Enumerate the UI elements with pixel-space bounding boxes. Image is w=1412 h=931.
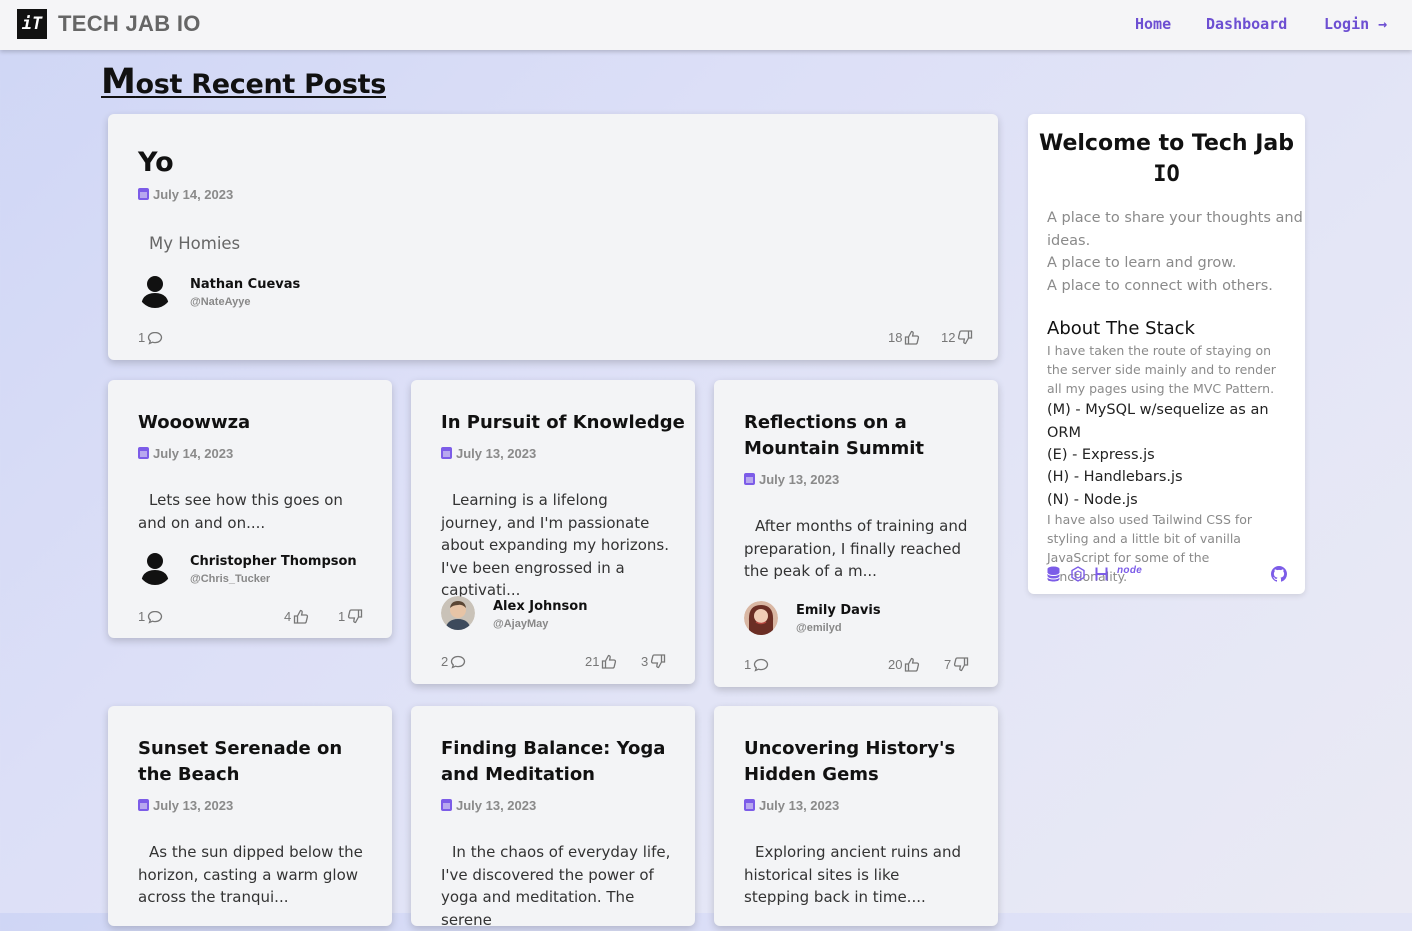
tagline: A place to share your thoughts and: [1047, 210, 1303, 226]
author-handle: @NateAyye: [190, 296, 251, 308]
calendar-icon: [138, 188, 149, 200]
github-icon[interactable]: [1271, 566, 1287, 582]
post-date: July 13, 2023: [744, 472, 839, 487]
nav-login-link[interactable]: Login →: [1324, 15, 1387, 33]
comment-icon: [754, 658, 769, 672]
database-icon[interactable]: [1047, 566, 1060, 582]
thumbs-up-icon: [602, 654, 617, 669]
about-stack-heading: About The Stack: [1047, 318, 1195, 339]
post-title[interactable]: Sunset Serenade on the Beach: [138, 736, 368, 788]
post-date: July 14, 2023: [138, 187, 233, 202]
post-body: Exploring ancient ruins and historical s…: [744, 843, 962, 906]
calendar-icon: [138, 447, 149, 459]
logo-icon[interactable]: iT: [17, 9, 47, 39]
comment-count[interactable]: 1: [138, 609, 163, 624]
like-count[interactable]: 20: [888, 657, 920, 672]
user-avatar-icon[interactable]: [744, 601, 778, 635]
stack-item: (H) - Handlebars.js: [1047, 469, 1183, 485]
thumbs-up-icon: [294, 609, 309, 624]
post-title[interactable]: Wooowwza: [138, 410, 250, 436]
post-card[interactable]: Finding Balance: Yoga and Meditation Jul…: [411, 706, 695, 929]
post-body: Learning is a lifelong journey, and I'm …: [441, 491, 670, 599]
calendar-icon: [441, 447, 452, 459]
author-handle: @Chris_Tucker: [190, 573, 271, 585]
calendar-icon: [744, 799, 755, 811]
dislike-count[interactable]: 3: [641, 654, 666, 669]
like-count[interactable]: 18: [888, 330, 920, 345]
nav-home-link[interactable]: Home: [1135, 15, 1171, 33]
like-count[interactable]: 21: [585, 654, 617, 669]
node-icon[interactable]: node: [1117, 565, 1142, 576]
about-stack-text: I have taken the route of staying on the…: [1047, 343, 1276, 396]
post-date: July 14, 2023: [138, 446, 233, 461]
tagline: A place to learn and grow.: [1047, 255, 1237, 271]
post-card[interactable]: Uncovering History's Hidden Gems July 13…: [714, 706, 998, 926]
page-title: Most Recent Posts: [101, 62, 386, 102]
thumbs-down-icon: [954, 657, 969, 672]
calendar-icon: [441, 799, 452, 811]
author-handle: @emilyd: [796, 622, 842, 634]
author-name[interactable]: Emily Davis: [796, 603, 881, 618]
tagline: ideas.: [1047, 233, 1091, 249]
brand-name[interactable]: TECH JAB IO: [58, 11, 201, 37]
post-card[interactable]: Wooowwza July 14, 2023 Lets see how this…: [108, 380, 392, 638]
handlebars-icon[interactable]: [1095, 566, 1108, 582]
post-title[interactable]: In Pursuit of Knowledge: [441, 410, 685, 436]
post-date: July 13, 2023: [441, 446, 536, 461]
tagline: A place to connect with others.: [1047, 278, 1273, 294]
comment-count[interactable]: 1: [138, 330, 163, 345]
stack-item: (E) - Express.js: [1047, 447, 1155, 463]
comment-icon: [148, 331, 163, 345]
stack-item: (N) - Node.js: [1047, 492, 1138, 508]
user-avatar-icon[interactable]: [441, 596, 475, 630]
post-body: My Homies: [149, 234, 241, 253]
author-name[interactable]: Christopher Thompson: [190, 554, 357, 569]
post-card[interactable]: Yo July 14, 2023 My Homies Nathan Cuevas…: [108, 114, 998, 360]
author-name[interactable]: Alex Johnson: [493, 599, 587, 614]
thumbs-down-icon: [348, 609, 363, 624]
post-title[interactable]: Yo: [138, 146, 174, 180]
post-date: July 13, 2023: [138, 798, 233, 813]
comment-count[interactable]: 2: [441, 654, 466, 669]
page-title-rest: ost Recent Posts: [135, 69, 387, 100]
page-title-first-letter: M: [101, 62, 136, 102]
dislike-count[interactable]: 12: [941, 330, 973, 345]
comment-icon: [148, 610, 163, 624]
thumbs-down-icon: [958, 330, 973, 345]
post-body: In the chaos of everyday life, I've disc…: [441, 843, 671, 929]
post-title[interactable]: Reflections on a Mountain Summit: [744, 410, 974, 462]
user-avatar-icon[interactable]: [138, 551, 172, 585]
post-body: Lets see how this goes on and on and on.…: [138, 491, 343, 532]
author-handle: @AjayMay: [493, 618, 549, 630]
comment-count[interactable]: 1: [744, 657, 769, 672]
post-date: July 13, 2023: [441, 798, 536, 813]
author-name[interactable]: Nathan Cuevas: [190, 277, 300, 292]
top-navbar: iT TECH JAB IO Home Dashboard Login →: [0, 0, 1412, 50]
thumbs-up-icon: [905, 330, 920, 345]
nav-dashboard-link[interactable]: Dashboard: [1206, 15, 1287, 33]
thumbs-up-icon: [905, 657, 920, 672]
dislike-count[interactable]: 7: [944, 657, 969, 672]
comment-icon: [451, 655, 466, 669]
calendar-icon: [138, 799, 149, 811]
post-date: July 13, 2023: [744, 798, 839, 813]
post-card[interactable]: In Pursuit of Knowledge July 13, 2023 Le…: [411, 380, 695, 684]
post-body: As the sun dipped below the horizon, cas…: [138, 843, 363, 906]
post-title[interactable]: Finding Balance: Yoga and Meditation: [441, 736, 671, 788]
like-count[interactable]: 4: [284, 609, 309, 624]
post-title[interactable]: Uncovering History's Hidden Gems: [744, 736, 974, 788]
thumbs-down-icon: [651, 654, 666, 669]
sidebar-title: Welcome to Tech Jab IO: [1038, 131, 1295, 187]
sequelize-icon[interactable]: [1071, 566, 1085, 582]
post-card[interactable]: Reflections on a Mountain Summit July 13…: [714, 380, 998, 687]
dislike-count[interactable]: 1: [338, 609, 363, 624]
calendar-icon: [744, 473, 755, 485]
user-avatar-icon[interactable]: [138, 274, 172, 308]
post-body: After months of training and preparation…: [744, 517, 968, 580]
post-card[interactable]: Sunset Serenade on the Beach July 13, 20…: [108, 706, 392, 926]
stack-item: (M) - MySQL w/sequelize as an ORM: [1047, 402, 1269, 441]
welcome-sidebar: Welcome to Tech Jab IO A place to share …: [1028, 114, 1305, 594]
